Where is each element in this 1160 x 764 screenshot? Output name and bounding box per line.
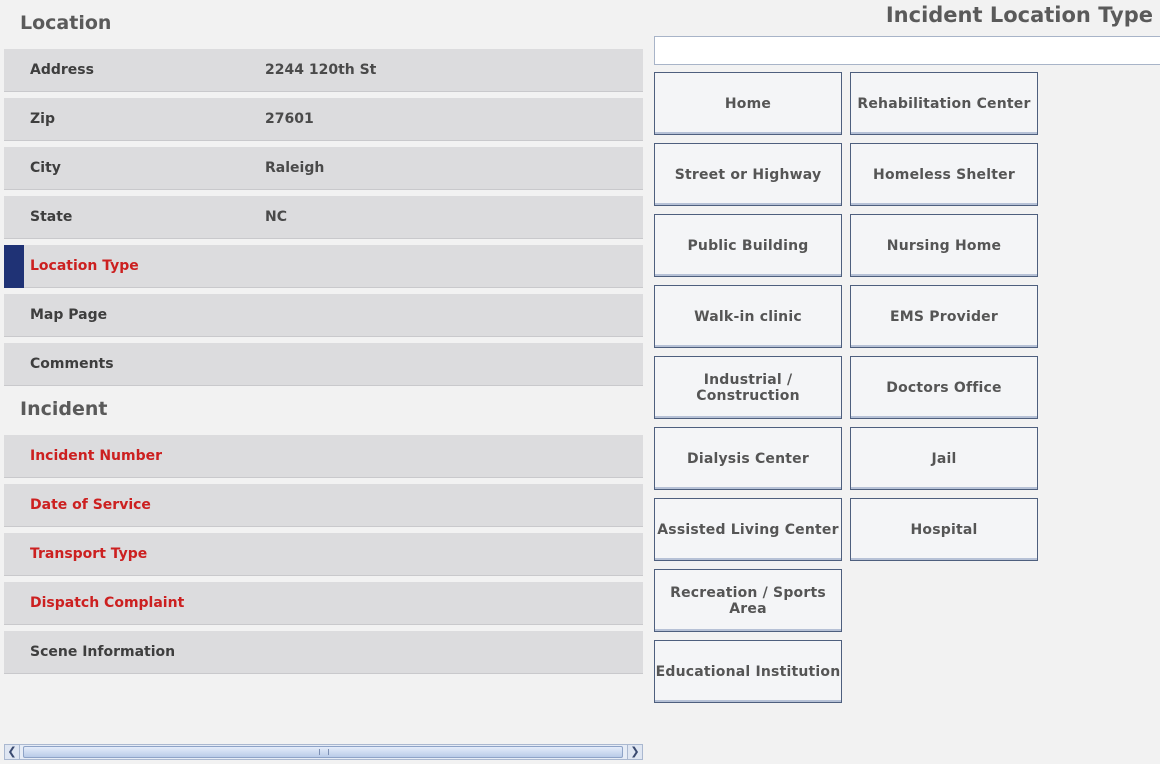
- option-homeless-shelter[interactable]: Homeless Shelter: [850, 143, 1038, 206]
- state-value: NC: [265, 209, 287, 225]
- option-doctors-office[interactable]: Doctors Office: [850, 356, 1038, 419]
- date-of-service-row[interactable]: Date of Service: [4, 484, 643, 527]
- state-label: State: [30, 209, 73, 225]
- city-row[interactable]: City Raleigh: [4, 147, 643, 190]
- location-type-row[interactable]: Location Type: [4, 245, 643, 288]
- map-page-row[interactable]: Map Page: [4, 294, 643, 337]
- option-hospital[interactable]: Hospital: [850, 498, 1038, 561]
- selected-row-marker: [4, 245, 24, 288]
- option-rehabilitation-center[interactable]: Rehabilitation Center: [850, 72, 1038, 135]
- option-recreation-sports-area[interactable]: Recreation / Sports Area: [654, 569, 842, 632]
- address-value: 2244 120th St: [265, 62, 377, 78]
- form-panel: Location Address 2244 120th St Zip 27601…: [0, 0, 648, 764]
- address-label: Address: [30, 62, 94, 78]
- option-jail[interactable]: Jail: [850, 427, 1038, 490]
- option-street-or-highway[interactable]: Street or Highway: [654, 143, 842, 206]
- option-dialysis-center[interactable]: Dialysis Center: [654, 427, 842, 490]
- state-row[interactable]: State NC: [4, 196, 643, 239]
- map-page-label: Map Page: [30, 307, 108, 323]
- incident-number-label: Incident Number: [30, 448, 163, 464]
- location-section-title: Location: [20, 12, 112, 34]
- transport-type-label: Transport Type: [30, 546, 148, 562]
- option-walk-in-clinic[interactable]: Walk-in clinic: [654, 285, 842, 348]
- location-type-label: Location Type: [30, 258, 139, 274]
- transport-type-row[interactable]: Transport Type: [4, 533, 643, 576]
- scroll-right-icon[interactable]: ❯: [627, 745, 642, 759]
- date-of-service-label: Date of Service: [30, 497, 151, 513]
- comments-label: Comments: [30, 356, 114, 372]
- comments-row[interactable]: Comments: [4, 343, 643, 386]
- grip-icon: [319, 749, 329, 755]
- zip-label: Zip: [30, 111, 55, 127]
- scroll-left-icon[interactable]: ❮: [5, 745, 20, 759]
- incident-section-title: Incident: [20, 398, 108, 420]
- zip-value: 27601: [265, 111, 314, 127]
- option-ems-provider[interactable]: EMS Provider: [850, 285, 1038, 348]
- dispatch-complaint-label: Dispatch Complaint: [30, 595, 185, 611]
- scene-information-row[interactable]: Scene Information: [4, 631, 643, 674]
- city-label: City: [30, 160, 61, 176]
- location-type-search-input[interactable]: [654, 36, 1160, 65]
- city-value: Raleigh: [265, 160, 325, 176]
- option-home[interactable]: Home: [654, 72, 842, 135]
- option-assisted-living-center[interactable]: Assisted Living Center: [654, 498, 842, 561]
- dispatch-complaint-row[interactable]: Dispatch Complaint: [4, 582, 643, 625]
- incident-number-row[interactable]: Incident Number: [4, 435, 643, 478]
- option-educational-institution[interactable]: Educational Institution: [654, 640, 842, 703]
- address-row[interactable]: Address 2244 120th St: [4, 49, 643, 92]
- option-nursing-home[interactable]: Nursing Home: [850, 214, 1038, 277]
- scrollbar-thumb[interactable]: [23, 746, 623, 758]
- zip-row[interactable]: Zip 27601: [4, 98, 643, 141]
- horizontal-scrollbar[interactable]: ❮ ❯: [4, 744, 643, 760]
- option-industrial-construction[interactable]: Industrial / Construction: [654, 356, 842, 419]
- scene-information-label: Scene Information: [30, 644, 176, 660]
- incident-location-type-title: Incident Location Type: [885, 3, 1153, 27]
- option-public-building[interactable]: Public Building: [654, 214, 842, 277]
